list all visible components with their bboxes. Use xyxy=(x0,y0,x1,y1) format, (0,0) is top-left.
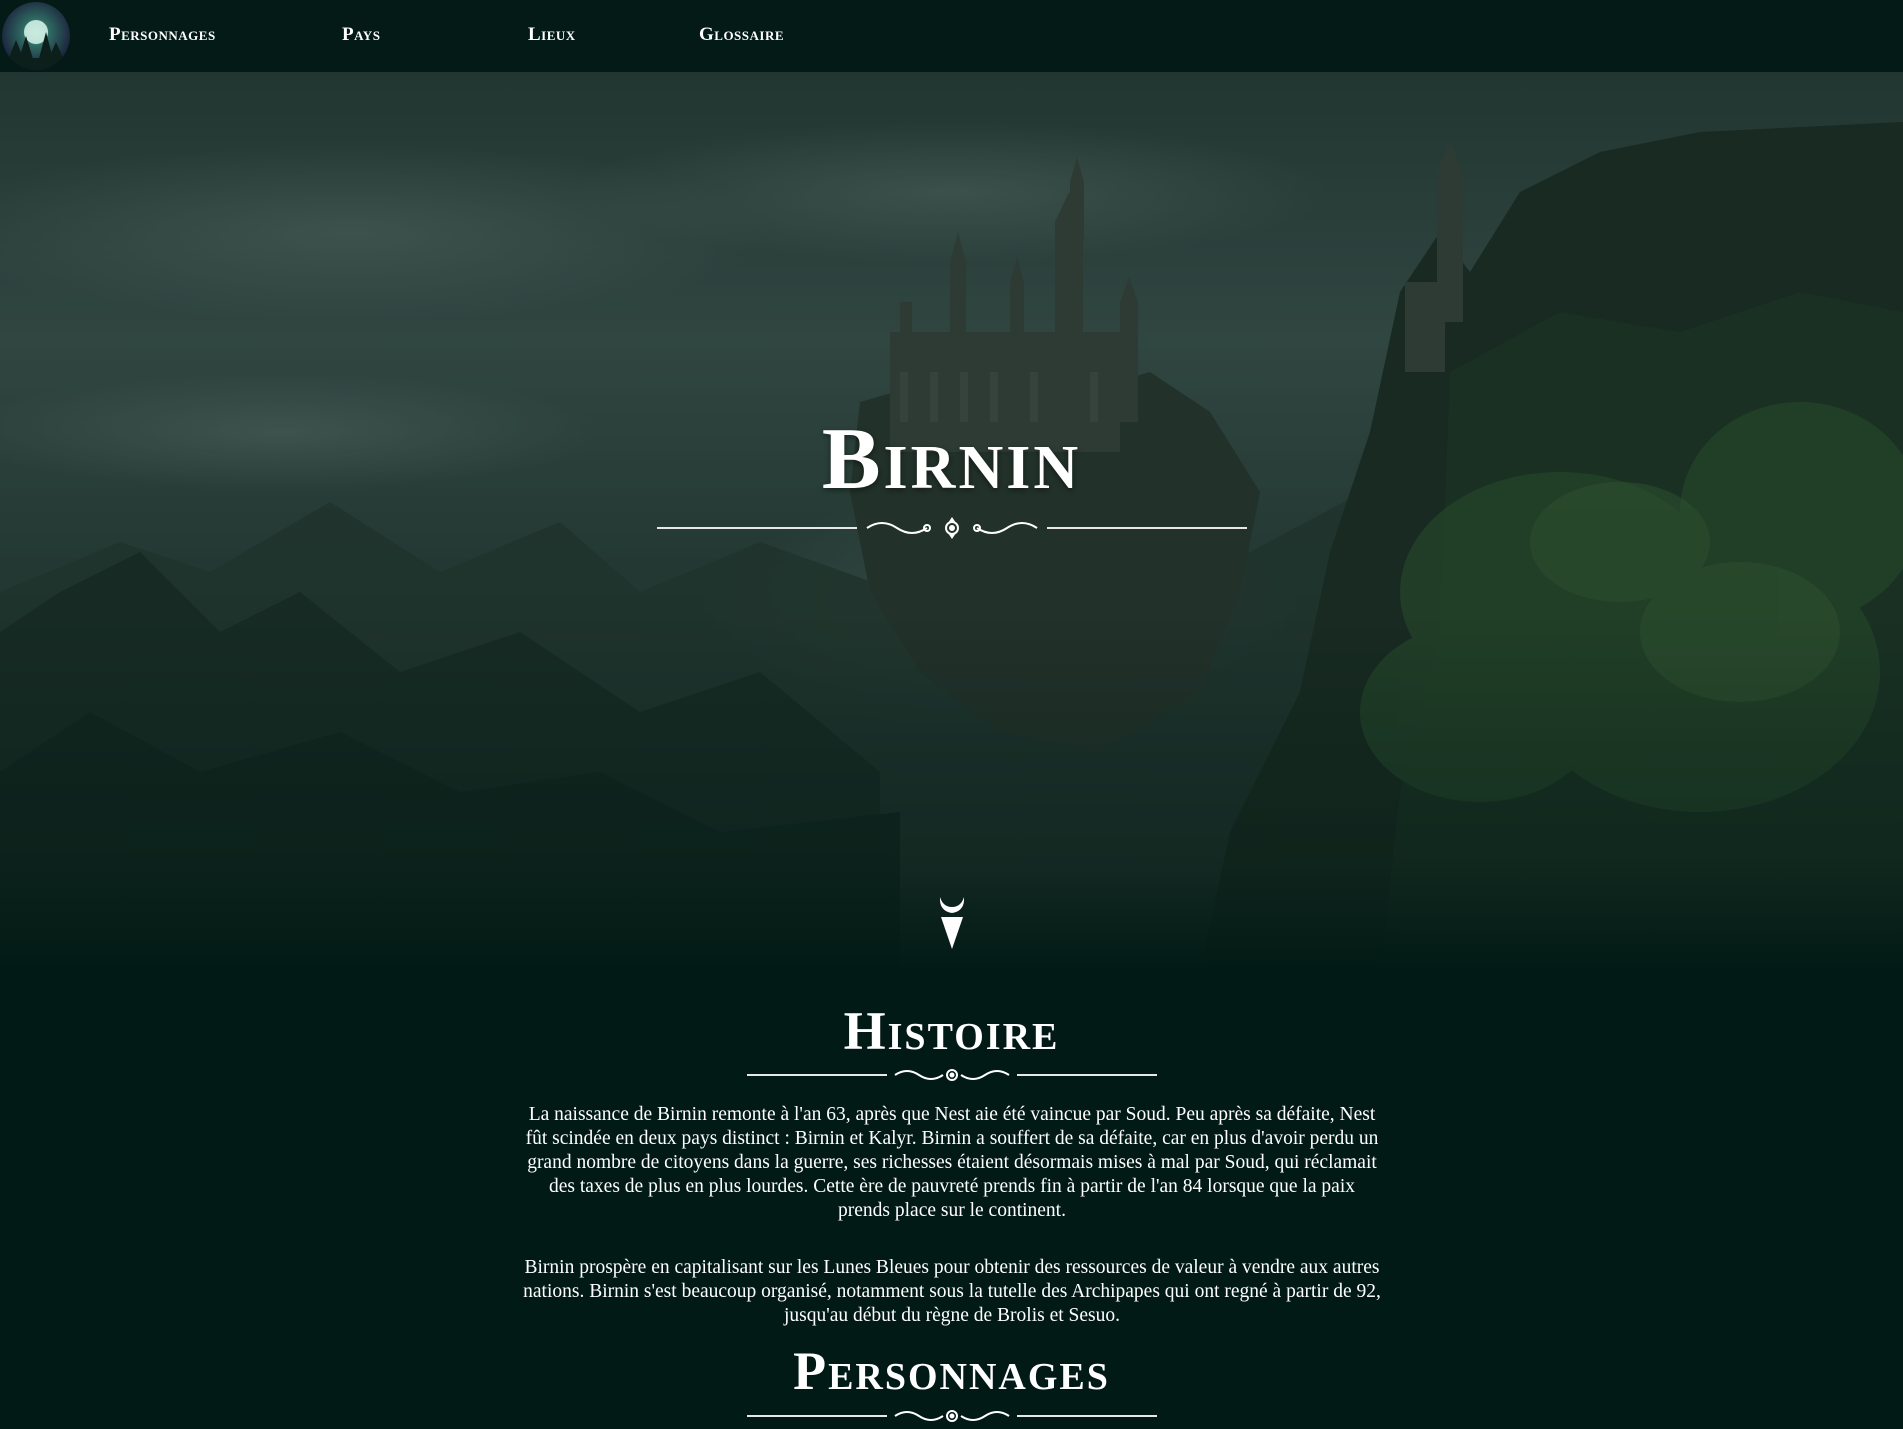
nav-item-pays[interactable]: Pays xyxy=(342,24,380,46)
top-navbar: Personnages Pays Lieux Glossaire xyxy=(0,0,1903,72)
hero-banner: Birnin xyxy=(0,72,1903,972)
nav-item-lieux[interactable]: Lieux xyxy=(528,24,576,46)
nav-item-personnages[interactable]: Personnages xyxy=(109,24,216,46)
page-title: Birnin xyxy=(821,411,1082,508)
histoire-paragraph-1: La naissance de Birnin remonte à l'an 63… xyxy=(525,1104,1379,1221)
nav-item-glossaire[interactable]: Glossaire xyxy=(699,24,784,46)
histoire-ornament-divider xyxy=(0,1064,1903,1086)
crescent-blade-emblem-icon xyxy=(0,895,1903,951)
section-title-histoire: Histoire xyxy=(843,1001,1060,1061)
histoire-paragraph-2: Birnin prospère en capitalisant sur les … xyxy=(523,1257,1381,1326)
personnages-ornament-divider xyxy=(0,1405,1903,1427)
section-title-personnages: Personnages xyxy=(793,1341,1110,1401)
title-ornament-divider xyxy=(0,515,1903,541)
forest-moon-logo-icon[interactable] xyxy=(2,2,70,70)
